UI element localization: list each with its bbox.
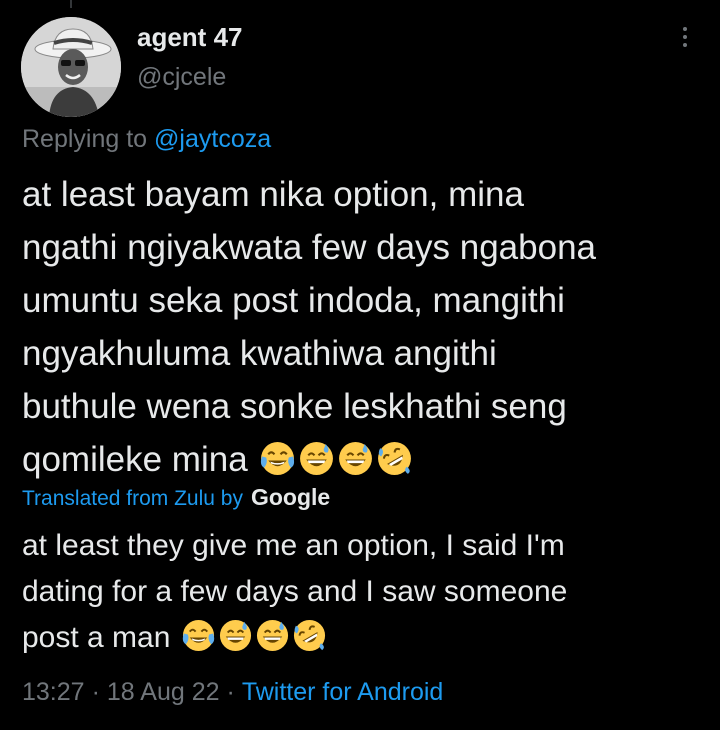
tweet-line-last: qomileke mina: [22, 433, 702, 486]
translation-line: post a man: [22, 621, 171, 654]
tweet-line: qomileke mina: [22, 440, 248, 479]
avatar[interactable]: [21, 17, 121, 117]
author-name[interactable]: agent 47: [137, 22, 243, 53]
more-vertical-icon[interactable]: [670, 22, 700, 52]
grinning-sweat-icon: [300, 442, 334, 475]
meta-separator: ·: [91, 678, 100, 706]
translation-line: dating for a few days and I saw someone: [22, 575, 568, 608]
tweet-line: ngathi ngiyakwata few days ngabona: [22, 228, 597, 267]
rolling-on-floor-laughing-icon: [378, 442, 412, 475]
translation-line: at least they give me an option, I said …: [22, 529, 565, 562]
translation-text: at least they give me an option, I said …: [22, 523, 702, 661]
grinning-sweat-icon: [339, 442, 373, 475]
face-with-tears-of-joy-icon: [182, 619, 214, 652]
grinning-sweat-icon: [219, 619, 251, 652]
tweet-line: umuntu seka post indoda, mangithi: [22, 281, 565, 320]
tweet-meta: 13:27 · 18 Aug 22 · Twitter for Android: [22, 678, 443, 707]
translation-line-last: post a man: [22, 615, 702, 661]
grinning-sweat-icon: [256, 619, 288, 652]
google-logo: Google: [250, 484, 331, 510]
tweet-text: at least bayam nika option, mina ngathi …: [22, 168, 702, 486]
rolling-on-floor-laughing-icon: [293, 619, 325, 652]
tweet-line: ngyakhuluma kwathiwa angithi: [22, 334, 497, 373]
face-with-tears-of-joy-icon: [261, 442, 295, 475]
reply-handle-link[interactable]: @jaytcoza: [154, 125, 271, 153]
tweet-date[interactable]: 18 Aug 22: [107, 678, 220, 706]
translated-row: Translated from Zulu by Google: [22, 484, 330, 511]
replying-prefix: Replying to: [22, 125, 155, 153]
meta-separator: ·: [226, 678, 235, 706]
tweet-line: buthule wena sonke leskhathi seng: [22, 387, 567, 426]
tweet: agent 47 @cjcele Replying to @jaytcoza a…: [0, 0, 720, 730]
translated-label[interactable]: Translated from Zulu by: [22, 487, 243, 511]
tweet-time[interactable]: 13:27: [22, 678, 85, 706]
thread-line: [70, 0, 72, 8]
author-handle[interactable]: @cjcele: [137, 63, 226, 92]
replying-to: Replying to @jaytcoza: [22, 125, 271, 154]
tweet-source-link[interactable]: Twitter for Android: [242, 678, 443, 706]
tweet-line: at least bayam nika option, mina: [22, 175, 524, 214]
